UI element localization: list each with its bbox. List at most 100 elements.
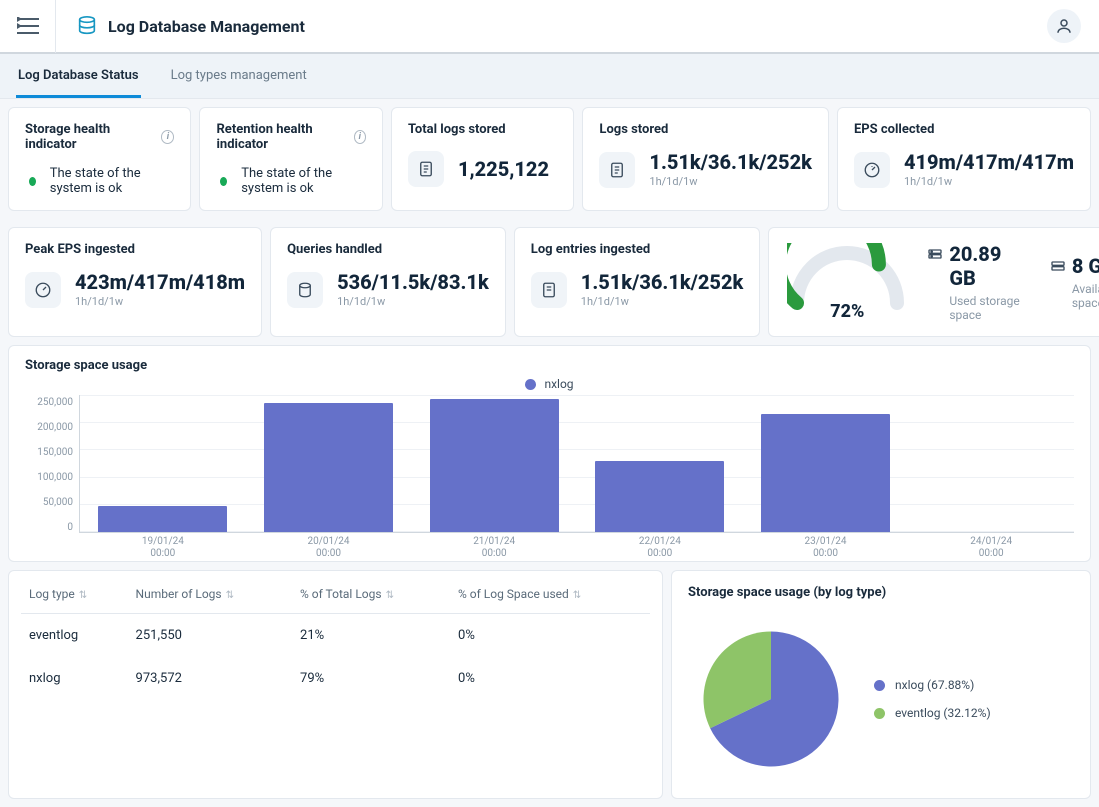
storage-health-title: Storage health indicator <box>25 122 155 152</box>
x-tick-label: 24/01/2400:00 <box>908 536 1074 560</box>
peak-eps-card: Peak EPS ingested 423m/417m/418m 1h/1d/1… <box>8 227 262 337</box>
legend-label: nxlog <box>544 377 573 391</box>
y-tick-label: 200,000 <box>37 422 73 433</box>
storage-by-log-type-card: Storage space usage (by log type) nxlog … <box>671 570 1091 799</box>
storage-gauge-card: 72% 20.89 GB Used storage space 8 GB Ava… <box>768 227 1099 337</box>
peak-eps-value: 423m/417m/418m <box>75 271 245 293</box>
gauge-icon <box>854 152 890 188</box>
eps-collected-title: EPS collected <box>854 122 1074 137</box>
y-tick-label: 50,000 <box>43 497 73 508</box>
bar[interactable] <box>98 506 227 532</box>
sort-icon: ⇅ <box>573 590 581 601</box>
sort-icon: ⇅ <box>79 590 87 601</box>
bar[interactable] <box>595 461 724 532</box>
log-entries-card: Log entries ingested 1.51k/36.1k/252k 1h… <box>514 227 761 337</box>
pie-legend-item: nxlog (67.88%) <box>874 678 991 692</box>
col-log-type[interactable]: Log type⇅ <box>21 575 128 614</box>
table-cell: 251,550 <box>128 614 293 658</box>
log-type-table: Log type⇅ Number of Logs⇅ % of Total Log… <box>21 575 650 700</box>
table-cell: 0% <box>450 614 650 658</box>
avail-storage-label: Available storage space <box>1072 282 1099 310</box>
col-pct-total[interactable]: % of Total Logs⇅ <box>292 575 450 614</box>
database-icon <box>76 15 98 37</box>
document-icon <box>599 152 635 188</box>
storage-icon <box>927 246 943 262</box>
y-tick-label: 100,000 <box>37 472 73 483</box>
bar[interactable] <box>761 414 890 532</box>
used-storage-label: Used storage space <box>949 294 1030 322</box>
total-logs-title: Total logs stored <box>408 122 557 137</box>
log-type-table-card: Log type⇅ Number of Logs⇅ % of Total Log… <box>8 570 663 799</box>
storage-usage-chart-card: Storage space usage nxlog 250,000200,000… <box>8 345 1091 562</box>
legend-swatch-icon <box>525 379 536 390</box>
used-storage-value: 20.89 GB <box>949 242 1030 290</box>
log-entries-sub: 1h/1d/1w <box>581 295 744 308</box>
bar[interactable] <box>430 399 559 532</box>
tab-log-database-status[interactable]: Log Database Status <box>16 54 141 98</box>
info-icon[interactable]: i <box>354 130 366 144</box>
gauge-icon <box>25 272 61 308</box>
legend-swatch-icon <box>874 680 885 691</box>
peak-eps-sub: 1h/1d/1w <box>75 295 245 308</box>
table-cell: 0% <box>450 657 650 700</box>
user-menu-button[interactable] <box>1047 9 1081 43</box>
info-icon[interactable]: i <box>161 130 174 144</box>
storage-health-status: The state of the system is ok <box>50 166 175 196</box>
x-tick-label: 20/01/2400:00 <box>246 536 412 560</box>
y-tick-label: 250,000 <box>37 397 73 408</box>
storage-icon <box>1050 258 1066 274</box>
queries-sub: 1h/1d/1w <box>337 295 489 308</box>
document-icon <box>531 272 567 308</box>
queries-title: Queries handled <box>287 242 489 257</box>
table-row[interactable]: nxlog973,57279%0% <box>21 657 650 700</box>
table-cell: 79% <box>292 657 450 700</box>
chart-plot: 19/01/2400:0020/01/2400:0021/01/2400:002… <box>79 395 1074 533</box>
bar-slot <box>908 395 1074 532</box>
pie-title: Storage space usage (by log type) <box>688 585 1074 600</box>
bar-slot <box>80 395 246 532</box>
bar[interactable] <box>264 403 393 532</box>
menu-icon <box>17 17 39 35</box>
cards-row-1: Storage health indicator i The state of … <box>0 99 1099 219</box>
x-tick-label: 21/01/2400:00 <box>411 536 577 560</box>
status-ok-icon <box>220 177 227 186</box>
retention-health-status: The state of the system is ok <box>241 166 366 196</box>
menu-toggle-button[interactable] <box>0 0 56 53</box>
table-row[interactable]: eventlog251,55021%0% <box>21 614 650 658</box>
retention-health-card: Retention health indicator i The state o… <box>199 107 382 211</box>
sort-icon: ⇅ <box>226 590 234 601</box>
queries-value: 536/11.5k/83.1k <box>337 271 489 293</box>
col-pct-space[interactable]: % of Log Space used⇅ <box>450 575 650 614</box>
x-tick-label: 19/01/2400:00 <box>80 536 246 560</box>
logs-stored-card: Logs stored 1.51k/36.1k/252k 1h/1d/1w <box>582 107 829 211</box>
page-title: Log Database Management <box>108 17 305 36</box>
avail-storage-value: 8 GB <box>1072 254 1099 278</box>
tabs: Log Database Status Log types management <box>0 54 1099 99</box>
table-cell: eventlog <box>21 614 128 658</box>
pie-legend-label: eventlog (32.12%) <box>895 706 991 720</box>
gauge-percent: 72% <box>787 301 907 322</box>
bar-slot <box>577 395 743 532</box>
table-cell: nxlog <box>21 657 128 700</box>
chart-y-axis: 250,000200,000150,000100,00050,0000 <box>25 395 79 555</box>
log-entries-value: 1.51k/36.1k/252k <box>581 271 744 293</box>
pie-chart <box>696 624 846 774</box>
logs-stored-title: Logs stored <box>599 122 812 137</box>
pie-legend: nxlog (67.88%) eventlog (32.12%) <box>874 678 991 720</box>
pie-legend-item: eventlog (32.12%) <box>874 706 991 720</box>
top-bar: Log Database Management <box>0 0 1099 54</box>
log-entries-title: Log entries ingested <box>531 242 744 257</box>
col-number-of-logs[interactable]: Number of Logs⇅ <box>128 575 293 614</box>
status-ok-icon <box>29 177 36 186</box>
y-tick-label: 0 <box>67 522 73 533</box>
total-logs-card: Total logs stored 1,225,122 <box>391 107 574 211</box>
eps-collected-value: 419m/417m/417m <box>904 151 1074 173</box>
sort-icon: ⇅ <box>386 590 394 601</box>
queries-handled-card: Queries handled 536/11.5k/83.1k 1h/1d/1w <box>270 227 506 337</box>
logs-stored-value: 1.51k/36.1k/252k <box>649 151 812 173</box>
cards-row-2: Peak EPS ingested 423m/417m/418m 1h/1d/1… <box>0 219 1099 345</box>
logs-stored-sub: 1h/1d/1w <box>649 175 812 188</box>
tab-log-types-management[interactable]: Log types management <box>169 54 309 98</box>
eps-collected-sub: 1h/1d/1w <box>904 175 1074 188</box>
peak-eps-title: Peak EPS ingested <box>25 242 245 257</box>
